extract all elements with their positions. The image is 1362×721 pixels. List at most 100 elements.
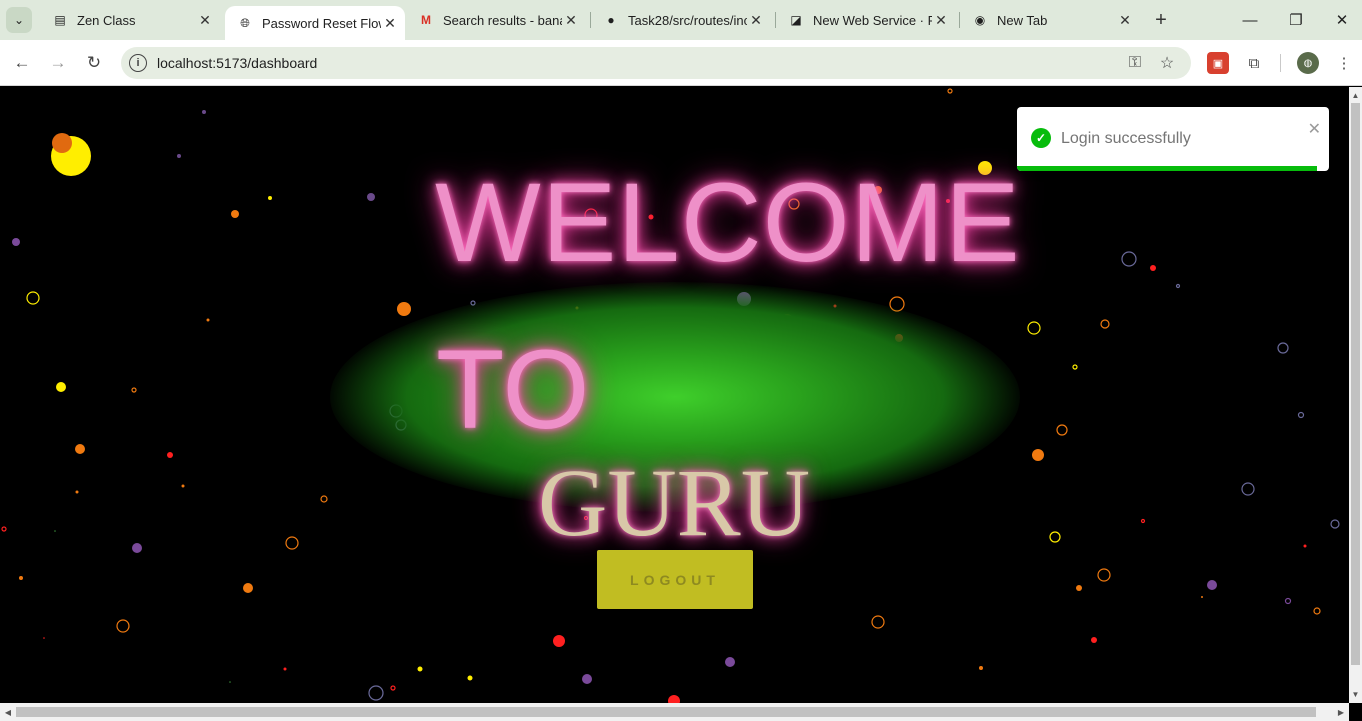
particle-dot	[177, 154, 181, 158]
bookmark-star-icon[interactable]: ☆	[1157, 53, 1177, 73]
back-button[interactable]: ←	[10, 51, 34, 75]
particle-dot	[668, 695, 680, 703]
tab-gmail-search[interactable]: M Search results - bana ✕	[406, 6, 586, 34]
particle-dot	[1, 526, 7, 532]
particle-dot	[1201, 596, 1203, 598]
tab-search-button[interactable]: ⌄	[6, 7, 32, 33]
close-window-button[interactable]: ✕	[1330, 8, 1354, 32]
tab-strip: ⌄ ▤ Zen Class ✕ 🌐︎ Password Reset Flow ✕…	[0, 0, 1362, 40]
url-text[interactable]: localhost:5173/dashboard	[157, 55, 317, 71]
particle-dot	[1297, 411, 1305, 419]
forward-button[interactable]: →	[46, 51, 70, 75]
particle-dot	[1284, 597, 1292, 605]
particle-dot	[1303, 544, 1307, 548]
tab-github[interactable]: ● Task28/src/routes/inc ✕	[591, 6, 771, 34]
dashboard-page: WELCOME TO GURU LOGOUT ✓ Login successfu…	[0, 87, 1349, 703]
particle-dot	[1091, 637, 1097, 643]
close-icon[interactable]: ✕	[932, 11, 950, 29]
tab-title: New Tab	[997, 12, 1048, 28]
particle-dot	[417, 666, 423, 672]
extension-icon[interactable]: ▣	[1207, 52, 1229, 74]
tab-password-reset-flow[interactable]: 🌐︎ Password Reset Flow ✕	[225, 6, 405, 40]
particle-dot	[1100, 319, 1110, 329]
particle-dot	[320, 495, 328, 503]
particle-dot	[243, 583, 253, 593]
particle-dot	[116, 619, 130, 633]
new-tab-button[interactable]: +	[1150, 9, 1172, 31]
particle-dot	[553, 635, 565, 647]
globe-icon: 🌐︎	[240, 15, 250, 30]
address-bar[interactable]: i localhost:5173/dashboard ⚿ ☆	[121, 47, 1191, 79]
particle-dot	[368, 685, 384, 701]
close-icon[interactable]: ✕	[381, 14, 399, 32]
scroll-left-arrow-icon[interactable]: ◀	[1, 706, 15, 718]
zen-class-icon: ▤	[54, 13, 66, 27]
welcome-heading: WELCOME	[435, 160, 1021, 285]
particle-dot	[26, 291, 40, 305]
particle-dot	[54, 530, 56, 532]
vertical-scroll-thumb[interactable]	[1351, 103, 1360, 665]
particle-dot	[132, 543, 142, 553]
chevron-down-icon: ⌄	[13, 13, 25, 27]
particle-dot	[871, 615, 885, 629]
scroll-right-arrow-icon[interactable]: ▶	[1334, 706, 1348, 718]
menu-kebab-icon[interactable]: ⋮	[1333, 52, 1355, 74]
render-icon: ◪	[790, 13, 802, 27]
scroll-up-arrow-icon[interactable]: ▲	[1349, 88, 1362, 102]
tab-title: Search results - bana	[443, 12, 562, 28]
particle-dot	[268, 196, 272, 200]
close-icon[interactable]: ✕	[747, 11, 765, 29]
particle-dot	[397, 302, 411, 316]
particle-dot	[1076, 585, 1082, 591]
particle-dot	[582, 674, 592, 684]
particle-dot	[229, 681, 231, 683]
close-icon[interactable]: ✕	[562, 11, 580, 29]
particle-dot	[1175, 283, 1181, 289]
site-info-icon[interactable]: i	[129, 54, 147, 72]
password-key-icon[interactable]: ⚿	[1125, 53, 1145, 73]
particle-dot	[1330, 519, 1340, 529]
close-icon[interactable]: ✕	[196, 11, 214, 29]
horizontal-scroll-thumb[interactable]	[16, 707, 1316, 717]
particle-dot	[390, 685, 396, 691]
particle-dot	[131, 387, 137, 393]
reload-button[interactable]: ↻	[82, 51, 106, 75]
particle-dot	[167, 452, 173, 458]
particle-dot	[725, 657, 735, 667]
guru-heading: GURU	[538, 449, 811, 556]
particle-dot	[43, 637, 45, 639]
particle-dot	[1207, 580, 1217, 590]
particle-dot	[1049, 531, 1061, 543]
minimize-button[interactable]: —	[1238, 8, 1262, 32]
horizontal-scrollbar[interactable]: ◀ ▶	[0, 703, 1349, 721]
particle-dot	[1277, 342, 1289, 354]
particle-dot	[181, 484, 185, 488]
profile-avatar[interactable]: ◍	[1297, 52, 1319, 74]
restore-button[interactable]: ❐	[1284, 8, 1308, 32]
particle-dot	[1056, 424, 1068, 436]
particle-dot	[283, 667, 287, 671]
gmail-icon: M	[421, 13, 431, 27]
scroll-down-arrow-icon[interactable]: ▼	[1349, 687, 1362, 701]
particle-dot	[1150, 265, 1156, 271]
particle-dot	[75, 490, 79, 494]
toast-close-icon[interactable]: ✕	[1308, 119, 1321, 139]
tab-zen-class[interactable]: ▤ Zen Class ✕	[40, 6, 220, 34]
toast-message: Login successfully	[1061, 130, 1191, 147]
particle-dot	[285, 536, 299, 550]
tab-title: Password Reset Flow	[262, 15, 381, 31]
particle-dot	[75, 444, 85, 454]
extensions-puzzle-icon[interactable]: ⧉	[1243, 52, 1265, 74]
particle-dot	[12, 238, 20, 246]
vertical-scrollbar[interactable]: ▲ ▼	[1349, 87, 1362, 703]
toast-progress-bar	[1017, 166, 1317, 171]
particle-dot	[1072, 364, 1078, 370]
tab-title: Task28/src/routes/inc	[628, 12, 747, 28]
logout-button[interactable]: LOGOUT	[597, 550, 753, 609]
tab-new-tab[interactable]: ◉ New Tab ✕	[960, 6, 1140, 34]
toolbar-divider	[1280, 54, 1281, 72]
close-icon[interactable]: ✕	[1116, 11, 1134, 29]
success-toast: ✓ Login successfully ✕	[1017, 107, 1329, 171]
check-circle-icon: ✓	[1031, 128, 1051, 148]
tab-render[interactable]: ◪ New Web Service · R ✕	[776, 6, 956, 34]
